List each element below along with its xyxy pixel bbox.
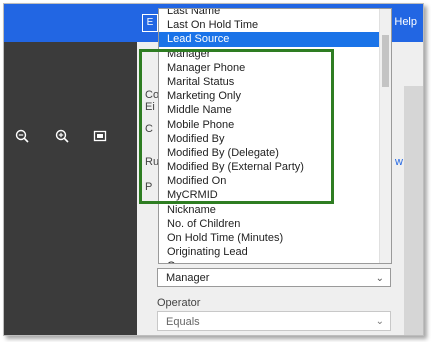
chevron-down-icon: ⌄ [375, 273, 384, 284]
dropdown-option[interactable]: MyCRMID [159, 188, 381, 202]
dropdown-option[interactable]: Originating Lead [159, 245, 381, 259]
dropdown-option[interactable]: Marital Status [159, 75, 381, 89]
dropdown-option[interactable]: Modified By (External Party) [159, 160, 381, 174]
operator-select-value: Equals [166, 316, 200, 328]
dropdown-option[interactable]: Modified By (Delegate) [159, 146, 381, 160]
help-link[interactable]: Help [394, 16, 417, 28]
operator-select[interactable]: Equals ⌄ [157, 311, 391, 331]
dropdown-scroll-thumb[interactable] [382, 35, 389, 87]
fit-screen-icon[interactable] [93, 129, 107, 146]
field-select[interactable]: Manager ⌄ [157, 268, 391, 287]
chevron-down-icon: ⌄ [375, 316, 384, 327]
partial-label: C [145, 123, 153, 135]
partial-label: Ei [145, 101, 155, 113]
operator-label: Operator [157, 297, 201, 309]
dropdown-options: Last Name Last On Hold Time Lead Source Man… [159, 9, 381, 263]
dropdown-option[interactable]: Modified By [159, 132, 381, 146]
page-scrollbar[interactable] [404, 86, 423, 335]
dropdown-option[interactable]: On Hold Time (Minutes) [159, 231, 381, 245]
dropdown-option[interactable]: Middle Name [159, 103, 381, 117]
screenshot-frame: E Help Co Ei C Ru w P Manager ⌄ Operator… [3, 3, 424, 336]
dropdown-option[interactable]: Modified On [159, 174, 381, 188]
partial-label: Co [145, 89, 160, 101]
partial-label: Ru [145, 156, 160, 168]
app-badge: E [142, 14, 158, 32]
dropdown-option[interactable]: Last On Hold Time [159, 18, 381, 32]
dropdown-option[interactable]: Last Name [159, 9, 381, 18]
dropdown-option[interactable]: Lead Source [159, 32, 381, 47]
preview-panel [4, 42, 137, 335]
dropdown-option[interactable]: Mobile Phone [159, 118, 381, 132]
partial-label: P [145, 181, 153, 193]
dropdown-option[interactable]: Manager Phone [159, 61, 381, 75]
partial-link[interactable]: w [395, 156, 403, 168]
dropdown-option[interactable]: Marketing Only [159, 89, 381, 103]
dropdown-scrollbar[interactable] [379, 9, 391, 263]
dropdown-option[interactable]: Owner [159, 259, 381, 263]
zoom-in-icon[interactable] [55, 129, 69, 146]
dropdown-option[interactable]: No. of Children [159, 217, 381, 231]
dropdown-option[interactable]: Nickname [159, 203, 381, 217]
field-select-value: Manager [166, 272, 210, 284]
zoom-out-icon[interactable] [15, 129, 29, 146]
field-dropdown-list[interactable]: Last Name Last On Hold Time Lead Source Man… [158, 8, 392, 264]
dropdown-option[interactable]: Manager [159, 47, 381, 61]
